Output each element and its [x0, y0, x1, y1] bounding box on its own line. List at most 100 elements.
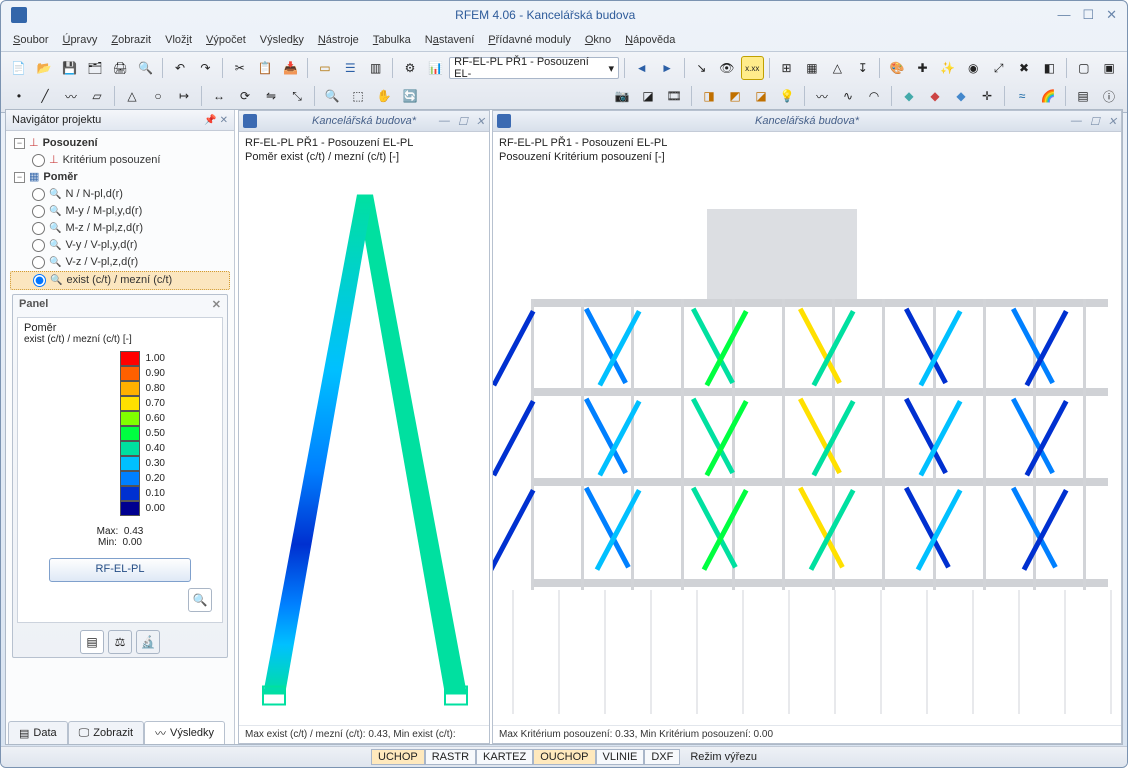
dot-button[interactable]: ◉: [962, 56, 985, 80]
results-button[interactable]: 📊: [424, 56, 447, 80]
tab-data[interactable]: ▤ Data: [8, 721, 68, 744]
section-button[interactable]: ✚: [911, 56, 934, 80]
orbit-button[interactable]: 🔄: [398, 84, 422, 108]
panel-search-button[interactable]: 🔍: [188, 588, 212, 612]
colorbox-2-button[interactable]: ◆: [923, 84, 947, 108]
spline-button[interactable]: ∿: [836, 84, 860, 108]
beam-tool-button[interactable]: ▭: [313, 56, 336, 80]
status-cell-rastr[interactable]: RASTR: [425, 749, 476, 765]
list-button[interactable]: ▤: [1071, 84, 1095, 108]
node-add-button[interactable]: •: [7, 84, 31, 108]
radio-my[interactable]: [32, 205, 45, 218]
close-button[interactable]: ✕: [1106, 7, 1117, 23]
print-button[interactable]: 🖨: [109, 56, 132, 80]
radio-n[interactable]: [32, 188, 45, 201]
menu-moduly[interactable]: Přídavné moduly: [488, 34, 571, 46]
new-file-button[interactable]: 📄: [7, 56, 30, 80]
rotate-button[interactable]: ⟳: [233, 84, 257, 108]
iso-2-button[interactable]: ◩: [723, 84, 747, 108]
view-right-canvas[interactable]: [493, 164, 1121, 725]
hinge-add-button[interactable]: ○: [146, 84, 170, 108]
copy-button[interactable]: 📋: [253, 56, 276, 80]
zoom-all-button[interactable]: 🔍: [320, 84, 344, 108]
surface-add-button[interactable]: ▱: [85, 84, 109, 108]
open-file-button[interactable]: 📂: [32, 56, 55, 80]
paste-button[interactable]: 📥: [279, 56, 302, 80]
supports-button[interactable]: △: [826, 56, 849, 80]
panel-tab-scales[interactable]: ⚖: [108, 630, 132, 654]
arc-button[interactable]: ◠: [862, 84, 886, 108]
table-button[interactable]: ☰: [339, 56, 362, 80]
panel-tab-colors[interactable]: ▤: [80, 630, 104, 654]
wave-button[interactable]: ≈: [1010, 84, 1034, 108]
light-button[interactable]: 💡: [775, 84, 799, 108]
axes-button[interactable]: ⤢: [987, 56, 1010, 80]
radio-vz[interactable]: [32, 256, 45, 269]
menu-nastaveni[interactable]: Nastavení: [425, 34, 475, 46]
view-close-button[interactable]: ✕: [476, 115, 485, 128]
cube-button[interactable]: ◧: [1038, 56, 1061, 80]
colorbox-3-button[interactable]: ◆: [949, 84, 973, 108]
menu-nastroje[interactable]: Nástroje: [318, 34, 359, 46]
scale-button[interactable]: ⤡: [285, 84, 309, 108]
eye-button[interactable]: 👁: [715, 56, 738, 80]
line-add-button[interactable]: ╱: [33, 84, 57, 108]
prev-button[interactable]: ◄: [630, 56, 653, 80]
collapse-icon-2[interactable]: −: [14, 172, 25, 183]
menu-upravy[interactable]: Úpravy: [62, 34, 97, 46]
colorwheel-button[interactable]: 🌈: [1036, 84, 1060, 108]
menu-vypocet[interactable]: Výpočet: [206, 34, 246, 46]
iso-1-button[interactable]: ◨: [697, 84, 721, 108]
render-button[interactable]: 🎞: [662, 84, 686, 108]
pin-icon[interactable]: 📌: [204, 115, 216, 126]
menu-vlozit[interactable]: Vložit: [165, 34, 192, 46]
member-add-button[interactable]: 〰: [59, 84, 83, 108]
tab-vysledky[interactable]: 〰 Výsledky: [144, 721, 225, 744]
cut-button[interactable]: ✂: [228, 56, 251, 80]
print-preview-button[interactable]: 🔍: [134, 56, 157, 80]
status-cell-kartez[interactable]: KARTEZ: [476, 749, 533, 765]
redo-button[interactable]: ↷: [194, 56, 217, 80]
menu-zobrazit[interactable]: Zobrazit: [111, 34, 151, 46]
view-left-canvas[interactable]: [239, 164, 489, 725]
collapse-icon[interactable]: −: [14, 138, 25, 149]
colorbox-1-button[interactable]: ◆: [897, 84, 921, 108]
window-2-button[interactable]: ▣: [1098, 56, 1121, 80]
status-cell-dxf[interactable]: DXF: [644, 749, 680, 765]
mesh-button[interactable]: ▦: [800, 56, 823, 80]
menu-soubor[interactable]: Soubor: [13, 34, 48, 46]
status-cell-vlinie[interactable]: VLINIE: [596, 749, 645, 765]
minimize-button[interactable]: —: [1057, 7, 1070, 23]
menu-okno[interactable]: Okno: [585, 34, 611, 46]
undo-button[interactable]: ↶: [168, 56, 191, 80]
loadcase-combo[interactable]: RF-EL-PL PŘ1 - Posouzení EL-▾: [449, 57, 619, 79]
view-min-button[interactable]: —: [1071, 115, 1082, 128]
curve-button[interactable]: 〰: [810, 84, 834, 108]
next-button[interactable]: ►: [655, 56, 678, 80]
support-add-button[interactable]: △: [120, 84, 144, 108]
colors-button[interactable]: 🎨: [885, 56, 908, 80]
save-all-button[interactable]: 🗂: [83, 56, 106, 80]
radio-exist[interactable]: [33, 274, 46, 287]
info-button[interactable]: ⓘ: [1097, 84, 1121, 108]
status-cell-uchop[interactable]: UCHOP: [371, 749, 425, 765]
xxx-button[interactable]: x.xx: [741, 56, 764, 80]
view-close-button[interactable]: ✕: [1108, 115, 1117, 128]
navigator-close-button[interactable]: ✕: [220, 115, 228, 126]
radio-kriterium[interactable]: [32, 154, 45, 167]
window-1-button[interactable]: ▢: [1072, 56, 1095, 80]
radio-mz[interactable]: [32, 222, 45, 235]
navigator-tree[interactable]: −⊥Posouzení ⊥Kritérium posouzení −▦Poměr…: [6, 131, 234, 290]
axes2-button[interactable]: ✛: [975, 84, 999, 108]
iso-3-button[interactable]: ◪: [749, 84, 773, 108]
view-max-button[interactable]: ☐: [458, 115, 468, 128]
mirror-button[interactable]: ⇋: [259, 84, 283, 108]
delete-result-button[interactable]: ✖: [1012, 56, 1035, 80]
move-button[interactable]: ↔: [207, 84, 231, 108]
panel-close-button[interactable]: ✕: [212, 298, 221, 311]
save-button[interactable]: 💾: [58, 56, 81, 80]
rf-el-pl-button[interactable]: RF-EL-PL: [49, 558, 191, 582]
radio-vy[interactable]: [32, 239, 45, 252]
view-iso-button[interactable]: ↘: [690, 56, 713, 80]
calc-button[interactable]: ⚙: [398, 56, 421, 80]
